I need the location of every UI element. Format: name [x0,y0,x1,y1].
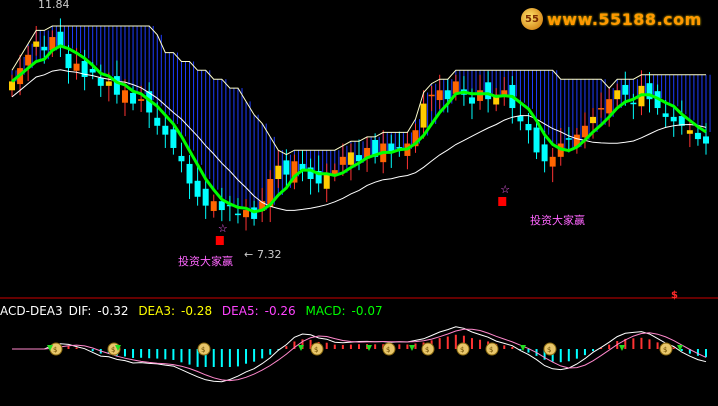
candle-body [283,160,290,175]
candle-body [614,90,621,100]
indicator-name: ACD-DEA3 [0,304,63,318]
dif-value: -0.32 [97,304,129,318]
macd-label: MACD: [305,304,346,318]
candle-body [41,46,48,51]
money-bag-mark: $ [460,346,464,354]
candle-body [420,103,427,128]
candlestick-series [9,18,709,231]
money-bag-mark: $ [547,346,551,354]
money-bag-mark: $ [663,346,667,354]
money-bag-icons: $ $ $ $ $ $ $ $ $ $ [47,342,683,356]
candle-body [33,41,40,47]
logo-text: www.55188.com [547,9,702,29]
candle-body [565,138,572,140]
macd-legend: ACD-DEA3 DIF: -0.32 DEA3: -0.28 DEA5: -0.26 … [0,304,389,318]
candle-body [162,125,169,135]
dif-label: DIF: [68,304,92,318]
candle-body [210,201,217,211]
candle-body [477,90,484,101]
site-logo[interactable]: 55 www.55188.com [521,8,702,30]
star-icon: ☆ [500,183,510,196]
high-price-label: 11.84 [38,0,70,11]
candle-body [170,129,177,148]
candle-body [97,77,104,86]
candle-body [73,63,80,71]
candle-body [444,90,451,100]
candle-body [339,156,346,165]
money-bag-mark: $ [53,346,57,354]
money-bag-mark: $ [314,346,318,354]
star-icon: ☆ [218,222,228,235]
candle-body [275,165,282,180]
down-arrow-icon [619,345,625,351]
candle-body [243,210,250,218]
candle-body [347,152,354,165]
signal-label-2: 投资大家赢 [530,213,585,227]
candle-body [9,81,15,91]
money-bag-mark: $ [111,346,115,354]
ma-green-line [11,44,707,214]
stock-chart: ☆☆ $ $ $ $ $ $ $ $ $ $ 11.84 7.32 ← 投资大家赢 投资大家赢 [0,0,718,383]
candle-body [436,90,443,101]
candle-body [694,132,701,140]
dea5-value: -0.26 [264,304,296,318]
low-price-arrow: ← [244,248,253,261]
low-price-label: 7.32 [257,248,282,261]
candle-body [549,156,556,167]
candle-body [57,31,64,46]
dea5-label: DEA5: [221,304,259,318]
money-bag-mark: $ [425,346,429,354]
candle-body [194,180,201,197]
money-bag-mark: $ [201,346,205,354]
candle-body [186,163,193,184]
candle-body [178,155,185,162]
logo-icon: 55 [521,8,543,30]
candle-body [121,90,128,103]
candle-body [501,90,508,95]
money-bag-mark: $ [386,346,390,354]
candle-body [105,81,112,86]
candle-body [703,136,709,144]
candle-body [662,113,669,117]
candle-body [581,125,588,138]
buy-signal-box [215,236,224,245]
money-bag-mark: $ [489,346,493,354]
candle-body [323,174,330,189]
candle-body [65,53,72,69]
dollar-icon: $ [671,290,678,301]
candle-body [598,108,605,110]
signal-label-1: 投资大家赢 [178,254,233,268]
down-arrow-icon [520,345,526,351]
candle-body [25,54,32,66]
signals: ☆☆ [215,183,510,245]
candle-body [630,102,637,105]
candle-body [525,124,532,131]
candle-body [517,116,524,122]
candle-body [138,99,145,101]
dea3-value: -0.28 [181,304,213,318]
candle-body [541,144,548,162]
candle-body [218,201,225,211]
candle-body [485,82,492,100]
dea3-label: DEA3: [138,304,176,318]
candle-body [154,117,161,126]
candle-body [670,116,677,122]
candle-body [590,116,597,124]
buy-signal-box [498,197,507,206]
candle-body [202,188,209,206]
candle-body [686,130,693,134]
candle-body [533,127,540,153]
candle-body [234,213,241,216]
candle-body [428,94,435,97]
candle-body [130,92,137,104]
macd-value: -0.07 [351,304,383,318]
candle-body [468,97,475,104]
down-arrow-icon [409,345,415,351]
candle-body [606,99,613,114]
candle-body [622,84,629,95]
